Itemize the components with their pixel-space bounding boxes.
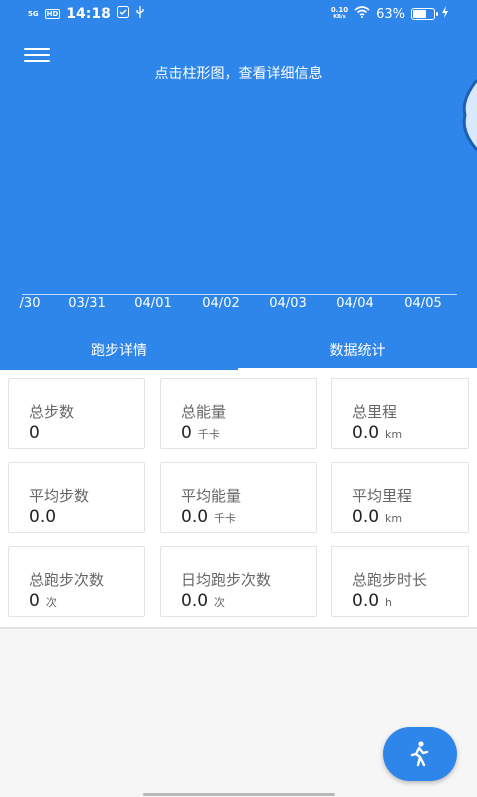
x-axis-tick-label: 04/05 (404, 296, 442, 311)
net-speed-value: 0.10 (330, 6, 349, 14)
stat-label: 总跑步次数 (29, 571, 105, 589)
status-bar: 5G HD 14:18 0.10 KB/s 63% (0, 0, 477, 30)
stat-label: 总步数 (29, 403, 75, 421)
chart-hint: 点击柱形图，查看详细信息 (154, 66, 323, 82)
menu-button[interactable] (24, 48, 50, 64)
stat-unit: 次 (214, 596, 226, 609)
stat-card: 平均能量 0.0 千卡 (160, 462, 317, 533)
notification-icon (116, 6, 129, 22)
tab-run-details[interactable]: 跑步详情 (0, 335, 238, 371)
x-axis-tick-label: 03/31 (68, 296, 106, 311)
x-axis-tick-label: 04/04 (336, 296, 374, 311)
tab-data-statistics[interactable]: 数据统计 (238, 335, 477, 371)
stat-value-row: 0.0 km (352, 423, 402, 443)
stats-grid: 总步数 0 总能量 0 千卡 总里程 0.0 km 平均步数 0.0 平均能量 0.0 千卡 平均里程 0.… (0, 371, 477, 629)
stat-value-row: 0.0 h (352, 591, 392, 611)
side-drawer-handle[interactable] (459, 70, 477, 160)
stat-unit: h (385, 596, 393, 609)
x-axis-tick-label: /30 (19, 296, 41, 311)
stat-value-row: 0.0 千卡 (181, 507, 236, 527)
stat-card: 总能量 0 千卡 (160, 378, 317, 449)
stat-label: 总跑步时长 (352, 571, 428, 589)
start-run-button[interactable] (383, 727, 457, 781)
stat-unit: 千卡 (197, 428, 220, 441)
stat-value-row: 0.0 km (352, 507, 402, 527)
wifi-icon (354, 6, 370, 22)
stat-unit: km (385, 512, 403, 525)
stat-label: 总能量 (181, 403, 227, 421)
charging-icon (441, 6, 449, 22)
stat-card: 平均步数 0.0 (8, 462, 145, 533)
stat-value-row: 0次 (29, 591, 57, 611)
stat-value-row: 0 千卡 (181, 423, 220, 443)
tab-bar: 跑步详情 数据统计 (0, 335, 477, 371)
x-axis-ticks: /30 03/31 04/01 04/02 04/03 04/04 04/05 (0, 296, 477, 316)
stat-value: 0.0 (29, 507, 57, 527)
stat-value: 0.0 (352, 507, 380, 527)
stat-label: 平均能量 (181, 487, 242, 505)
stat-card: 日均跑步次数 0.0 次 (160, 546, 317, 617)
stat-value: 0.0 (352, 591, 380, 611)
chart-header: 点击柱形图，查看详细信息 /30 03/31 04/01 04/02 04/03 04/0… (0, 30, 477, 370)
stat-label: 平均里程 (352, 487, 413, 505)
battery-percent: 63% (376, 6, 405, 22)
stat-value: 0.0 (352, 423, 380, 443)
stat-value: 0 (29, 423, 40, 443)
stat-card: 平均里程 0.0 km (331, 462, 469, 533)
network-label: 5G (28, 9, 39, 18)
clock: 14:18 (66, 6, 111, 22)
stat-value-row: 0 (29, 423, 46, 443)
net-speed-unit: KB/s (333, 14, 346, 20)
hd-badge: HD (44, 9, 61, 19)
usb-icon (135, 6, 145, 22)
home-indicator[interactable] (143, 793, 335, 796)
x-axis-tick-label: 04/01 (134, 296, 172, 311)
stat-label: 日均跑步次数 (181, 571, 272, 589)
stat-value: 0.0 (181, 507, 209, 527)
stat-card: 总跑步次数 0 次 (8, 546, 145, 617)
stat-unit: 千卡 (214, 512, 237, 525)
chart-x-axis (22, 294, 457, 295)
stat-value: 0 (29, 591, 40, 611)
stat-value-row: 0.0 (29, 507, 62, 527)
stat-unit: km (385, 428, 403, 441)
stat-value-row: 0.0 次 (181, 591, 225, 611)
stat-label: 平均步数 (29, 487, 90, 505)
hamburger-menu-icon (24, 48, 50, 50)
stat-card: 总步数 0 (8, 378, 145, 449)
stat-card: 总里程 0.0 km (331, 378, 469, 449)
battery-icon (411, 8, 438, 20)
stat-value: 0.0 (181, 591, 209, 611)
stat-card: 总跑步时长 0.0 h (331, 546, 469, 617)
stat-value: 0 (181, 423, 192, 443)
stat-label: 总里程 (352, 403, 398, 421)
x-axis-tick-label: 04/02 (202, 296, 240, 311)
stat-unit: 次 (45, 596, 57, 609)
running-person-icon (410, 741, 429, 767)
x-axis-tick-label: 04/03 (269, 296, 307, 311)
